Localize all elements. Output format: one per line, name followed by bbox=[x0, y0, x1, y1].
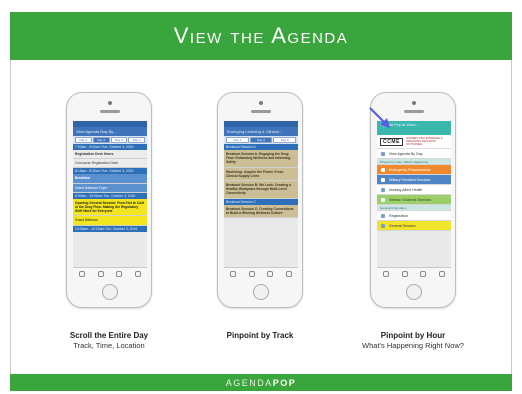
home-tab-icon[interactable] bbox=[230, 270, 237, 277]
footer-banner: AGENDAPOP bbox=[10, 374, 512, 391]
home-tab-icon[interactable] bbox=[383, 270, 390, 277]
more-tab-icon[interactable] bbox=[438, 270, 445, 277]
time-header: 10:00am - 10:15am Tue, October 3, 2016 bbox=[73, 225, 147, 232]
session-row[interactable]: Workshop: Acquire the Power. Fresh Clini… bbox=[224, 167, 298, 182]
caption-subtitle: Track, Time, Location bbox=[73, 341, 145, 350]
caption-scroll-day: Scroll the Entire Day Track, Time, Locat… bbox=[34, 331, 184, 350]
logo-tagline: CONNECTING EVIDENCE & MANAGING DECISION … bbox=[406, 135, 443, 147]
agenda-tab-icon[interactable] bbox=[401, 270, 408, 277]
speaker-slot bbox=[251, 110, 271, 113]
session-row[interactable]: Grand Ballroom bbox=[73, 216, 147, 226]
phone-screen: Agenda Pop at 10am... CCME CONNECTING EV… bbox=[377, 121, 451, 279]
logo-row: CCME CONNECTING EVIDENCE & MANAGING DECI… bbox=[377, 135, 451, 149]
menu-list: View Agenda By Day Pinpoint by Hour: What… bbox=[377, 149, 451, 231]
speaker-slot bbox=[100, 110, 120, 113]
caption-title: Pinpoint by Track bbox=[226, 331, 294, 340]
caption-subtitle: What's Happening Right Now? bbox=[362, 341, 464, 350]
session-row[interactable]: Breakout Session A: Engaging the Drug Fl… bbox=[224, 150, 298, 168]
caption-title: Pinpoint by Hour bbox=[380, 331, 446, 340]
segment-day-tab[interactable]: Day 1 bbox=[75, 137, 92, 143]
home-button[interactable] bbox=[102, 284, 118, 300]
caption-title: Scroll the Entire Day bbox=[69, 331, 149, 340]
menu-item[interactable]: Nursing Allied Health bbox=[377, 185, 451, 195]
session-row[interactable]: Breakout Session B: We Look: Creating a … bbox=[224, 181, 298, 199]
session-row[interactable]: Concourse Registration Desk bbox=[73, 159, 147, 169]
menu-item[interactable]: Veteran Students Services bbox=[377, 195, 451, 205]
agenda-tab-icon[interactable] bbox=[248, 270, 255, 277]
alerts-tab-icon[interactable] bbox=[267, 270, 274, 277]
camera-dot bbox=[412, 101, 416, 105]
phone-screen: View Agenda Day By... Day 1 Day 2 Day 3 Day… bbox=[73, 121, 147, 279]
menu-item[interactable]: Military Resident Services bbox=[377, 175, 451, 185]
home-button[interactable] bbox=[406, 284, 422, 300]
nav-bar-title[interactable]: View Agenda Day By... bbox=[73, 127, 147, 136]
footer-brand: AGENDAPOP bbox=[226, 378, 297, 388]
phone-mockup-day: View Agenda Day By... Day 1 Day 2 Day 3 Day… bbox=[66, 92, 152, 308]
menu-item[interactable]: View Agenda By Day bbox=[377, 149, 451, 159]
session-row[interactable]: Breakfast bbox=[73, 174, 147, 184]
day-segment-control[interactable]: Day 1 Day 2 Day 3 bbox=[224, 136, 298, 144]
segment-day-tab[interactable]: Day 3 bbox=[110, 137, 128, 143]
brand-light: AGENDA bbox=[225, 377, 273, 388]
speaker-slot bbox=[404, 110, 424, 113]
menu-item[interactable]: General Session bbox=[377, 221, 451, 231]
caption-hour: Pinpoint by Hour What's Happening Right … bbox=[338, 331, 488, 350]
tab-bar bbox=[377, 267, 451, 279]
alerts-tab-icon[interactable] bbox=[116, 270, 123, 277]
session-row[interactable]: Grand Ballroom Foyer bbox=[73, 183, 147, 193]
day-segment-control[interactable]: Day 1 Day 2 Day 3 Day 4 bbox=[73, 136, 147, 144]
tab-bar bbox=[224, 267, 298, 279]
menu-item[interactable]: Emergency Preparedness bbox=[377, 165, 451, 175]
ccme-logo: CCME bbox=[380, 137, 404, 146]
session-row[interactable]: Opening General Session: From Hot to Col… bbox=[73, 198, 147, 217]
nav-bar-title[interactable]: Emerging Learning & Clinical... bbox=[224, 127, 298, 136]
camera-dot bbox=[259, 101, 263, 105]
segment-day-tab[interactable]: Day 2 bbox=[92, 137, 110, 143]
home-button[interactable] bbox=[253, 284, 269, 300]
alerts-tab-icon[interactable] bbox=[420, 270, 427, 277]
session-row[interactable]: Registration Desk Hours bbox=[73, 150, 147, 160]
camera-dot bbox=[108, 101, 112, 105]
brand-bold: POP bbox=[272, 377, 297, 388]
more-tab-icon[interactable] bbox=[134, 270, 141, 277]
tab-bar bbox=[73, 267, 147, 279]
track-list: Breakout Session A Breakout Session A: En… bbox=[224, 144, 298, 219]
segment-day-tab[interactable]: Day 1 bbox=[226, 137, 249, 143]
phone-mockup-track: Emerging Learning & Clinical... Day 1 Day… bbox=[217, 92, 303, 308]
phone-screen: Emerging Learning & Clinical... Day 1 Day… bbox=[224, 121, 298, 279]
segment-day-tab[interactable]: Day 4 bbox=[128, 137, 145, 143]
menu-item[interactable]: Registration bbox=[377, 211, 451, 221]
segment-day-tab[interactable]: Day 2 bbox=[249, 137, 273, 143]
more-tab-icon[interactable] bbox=[285, 270, 292, 277]
session-row[interactable]: Breakout Session C: Creating Connections… bbox=[224, 204, 298, 219]
title-banner: View the Agenda bbox=[10, 12, 512, 60]
agenda-tab-icon[interactable] bbox=[97, 270, 104, 277]
agenda-list: 7:00am - 8:00am Tue, October 3, 2016 Regi… bbox=[73, 144, 147, 232]
pointer-arrow-icon bbox=[369, 107, 390, 128]
segment-day-tab[interactable]: Day 3 bbox=[273, 137, 297, 143]
home-tab-icon[interactable] bbox=[79, 270, 86, 277]
caption-track: Pinpoint by Track bbox=[185, 331, 335, 341]
page-title: View the Agenda bbox=[173, 23, 349, 48]
